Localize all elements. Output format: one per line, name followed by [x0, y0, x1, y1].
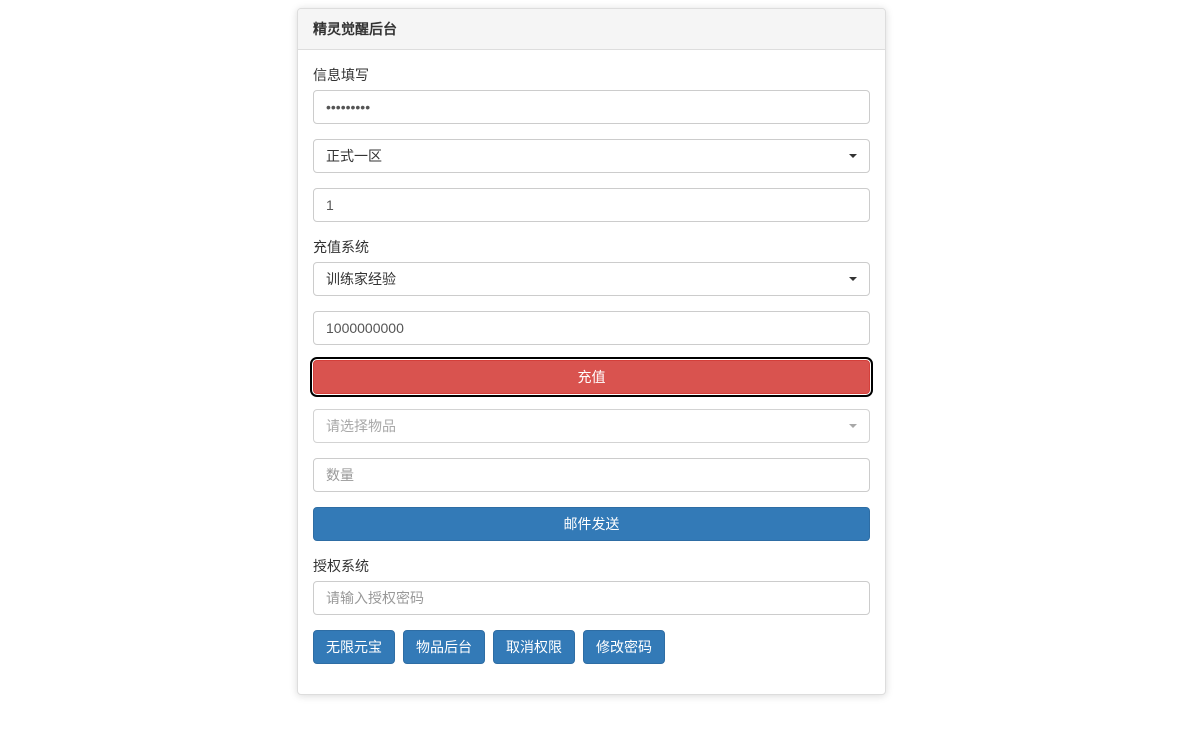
server-select-group: 正式一区: [313, 139, 870, 173]
panel-body: 信息填写 正式一区 充值系统 训练家经验 充值: [298, 50, 885, 694]
recharge-type-label: 训练家经验: [326, 269, 396, 289]
item-backend-button[interactable]: 物品后台: [403, 630, 485, 664]
mail-send-button[interactable]: 邮件发送: [313, 507, 870, 541]
recharge-amount-input[interactable]: [313, 311, 870, 345]
recharge-type-select[interactable]: 训练家经验: [313, 262, 870, 296]
server-selected-label: 正式一区: [326, 146, 382, 166]
item-select[interactable]: 请选择物品: [313, 409, 870, 443]
recharge-amount-group: [313, 311, 870, 345]
cancel-auth-button[interactable]: 取消权限: [493, 630, 575, 664]
unlimited-gold-button[interactable]: 无限元宝: [313, 630, 395, 664]
chevron-down-icon: [849, 424, 857, 428]
chevron-down-icon: [849, 277, 857, 281]
auth-label: 授权系统: [313, 556, 369, 576]
quantity-input[interactable]: [313, 458, 870, 492]
player-id-group: [313, 188, 870, 222]
recharge-label: 充值系统: [313, 237, 369, 257]
mail-button-group: 邮件发送: [313, 507, 870, 541]
recharge-section: 充值系统 训练家经验: [313, 237, 870, 296]
server-select[interactable]: 正式一区: [313, 139, 870, 173]
quantity-group: [313, 458, 870, 492]
auth-section: 授权系统: [313, 556, 870, 615]
recharge-button-group: 充值: [313, 360, 870, 394]
password-input[interactable]: [313, 90, 870, 124]
auth-password-input[interactable]: [313, 581, 870, 615]
panel-title: 精灵觉醒后台: [298, 9, 885, 50]
main-panel: 精灵觉醒后台 信息填写 正式一区 充值系统 训练家经验 充值: [297, 8, 886, 695]
player-id-input[interactable]: [313, 188, 870, 222]
item-select-placeholder: 请选择物品: [326, 416, 396, 436]
chevron-down-icon: [849, 154, 857, 158]
recharge-button[interactable]: 充值: [313, 360, 870, 394]
info-section: 信息填写: [313, 65, 870, 124]
change-password-button[interactable]: 修改密码: [583, 630, 665, 664]
action-buttons-row: 无限元宝 物品后台 取消权限 修改密码: [313, 630, 870, 664]
info-label: 信息填写: [313, 65, 369, 85]
item-select-group: 请选择物品: [313, 409, 870, 443]
